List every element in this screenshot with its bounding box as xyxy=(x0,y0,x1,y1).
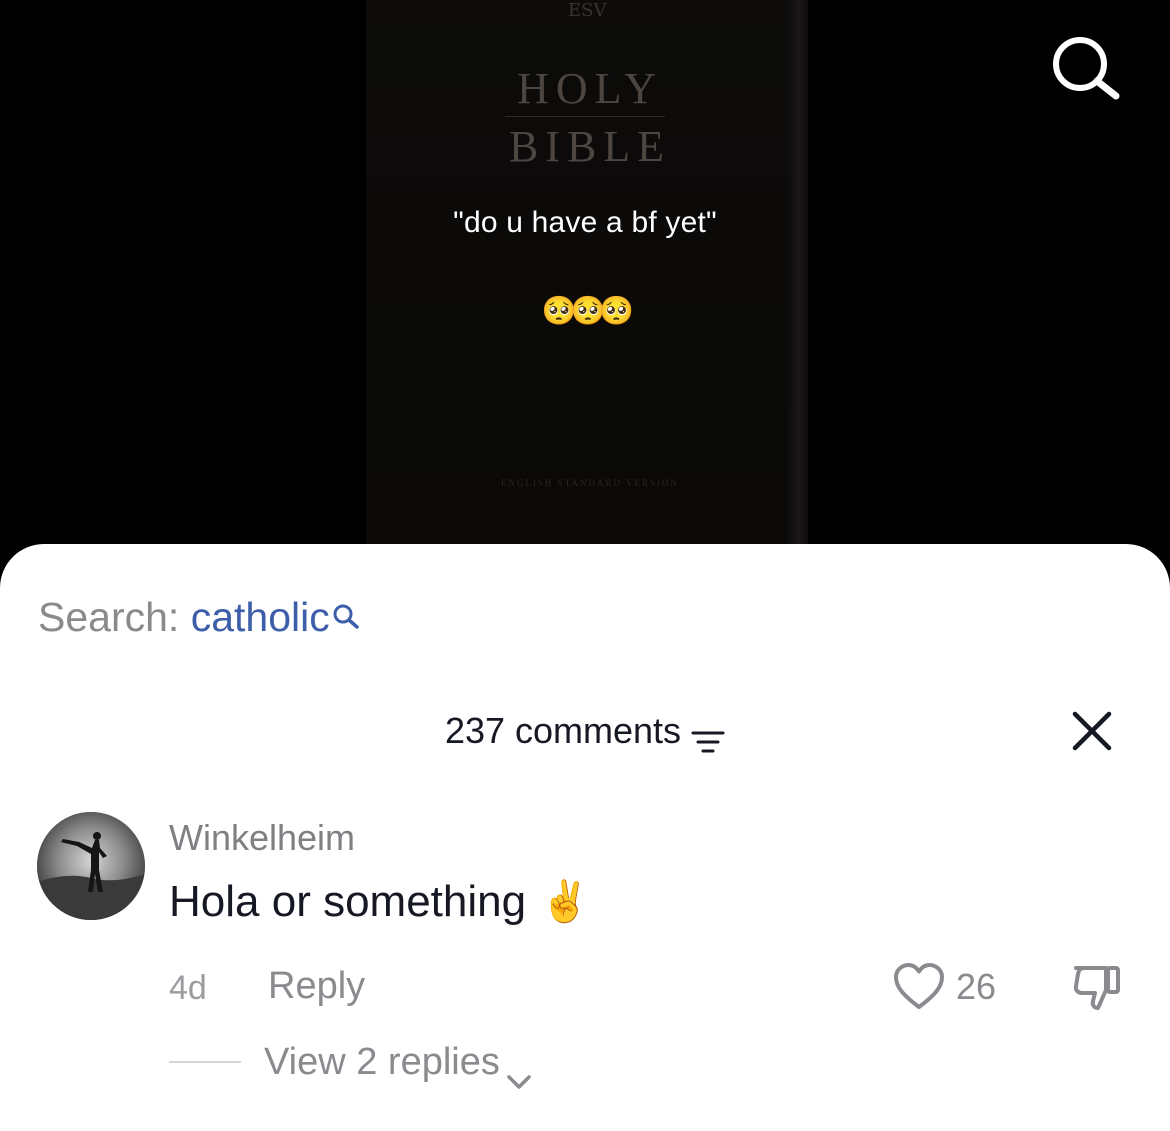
video-caption: "do u have a bf yet" xyxy=(453,206,717,239)
book-title-line2: BIBLE xyxy=(508,122,672,171)
screen: ESV HOLY BIBLE ENGLISH STANDARD VERSION … xyxy=(0,0,1170,1131)
comments-header: 237 comments xyxy=(0,706,1170,756)
video-caption-emoji: 🥺🥺🥺 xyxy=(541,295,635,326)
victory-hand-emoji: ✌️ xyxy=(540,880,590,924)
comment-username[interactable]: Winkelheim xyxy=(169,815,355,861)
replies-divider xyxy=(169,1061,241,1063)
like-count: 26 xyxy=(956,966,997,1007)
comments-count: 237 comments xyxy=(444,710,682,751)
comment-text: Hola or something ✌️ xyxy=(169,874,590,930)
search-icon[interactable] xyxy=(1050,34,1122,100)
filter-icon[interactable] xyxy=(691,718,725,753)
book-title: HOLY BIBLE xyxy=(420,60,760,176)
view-replies-label: View 2 replies xyxy=(264,1041,500,1083)
reply-button[interactable]: Reply xyxy=(268,962,365,1010)
thumbs-down-icon[interactable] xyxy=(1070,960,1124,1014)
book-title-line1: HOLY xyxy=(517,64,663,113)
book-title-rule xyxy=(505,116,665,117)
search-suggestion[interactable]: Search: catholic xyxy=(38,591,360,643)
search-suggestion-term[interactable]: catholic xyxy=(191,594,330,640)
book-logo: ESV xyxy=(568,0,607,21)
search-suggestion-label: Search: xyxy=(38,594,191,640)
search-icon xyxy=(332,593,360,629)
heart-icon[interactable] xyxy=(893,962,945,1012)
book-edge xyxy=(786,0,808,560)
chevron-down-icon xyxy=(506,1055,532,1089)
view-replies-button[interactable]: View 2 replies xyxy=(264,1038,532,1089)
close-icon[interactable] xyxy=(1068,707,1116,755)
book-version: ENGLISH STANDARD VERSION xyxy=(500,478,680,488)
avatar[interactable] xyxy=(37,812,145,920)
comments-count-wrap: 237 comments xyxy=(445,706,725,756)
video-player[interactable]: ESV HOLY BIBLE ENGLISH STANDARD VERSION … xyxy=(0,0,1170,560)
comment-body: Hola or something xyxy=(169,877,527,926)
comment-time: 4d xyxy=(169,969,207,1007)
